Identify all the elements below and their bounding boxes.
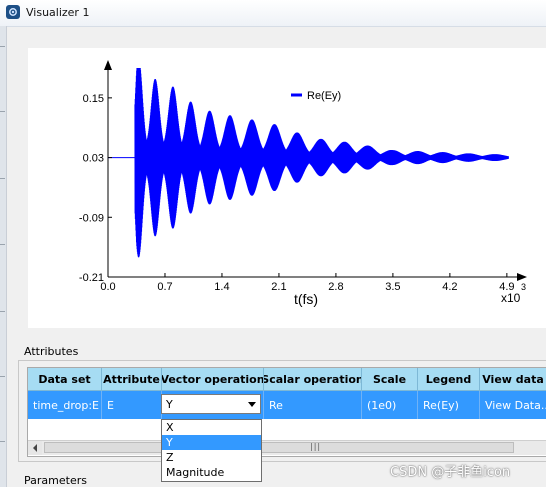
x-tick-label: 1.4 <box>214 281 229 293</box>
column-header-scalar-operation[interactable]: Scalar operation <box>264 368 362 391</box>
time-signal-chart: 0.0 0.7 1.4 2.1 2.8 3.5 4.2 4.90.150.03-0.09-0.… <box>79 60 527 307</box>
x-tick-label: 3.5 <box>385 281 400 293</box>
plot-panel[interactable]: 0.0 0.7 1.4 2.1 2.8 3.5 4.2 4.9 0.15 0.03 -0.09 -0.… <box>28 48 546 328</box>
y-tick-label: 0.03 <box>83 153 104 165</box>
cell-data-set[interactable]: time_drop:E <box>28 391 102 419</box>
column-header-attribute[interactable]: Attribute <box>102 368 162 391</box>
vector-operation-dropdown[interactable]: X Y Z Magnitude <box>161 419 262 482</box>
column-header-legend[interactable]: Legend <box>418 368 480 391</box>
cell-scalar-operation[interactable]: Re <box>264 391 362 419</box>
cell-attribute[interactable]: E <box>102 391 162 419</box>
dropdown-option-y[interactable]: Y <box>162 435 261 450</box>
scroll-left-arrow-icon <box>33 444 37 452</box>
table-horizontal-scrollbar[interactable]: ||| <box>28 440 546 455</box>
left-dock-strip <box>0 26 7 487</box>
window-title: Visualizer 1 <box>26 6 90 19</box>
legend-label: Re(Ey) <box>307 90 341 102</box>
scroll-grip-icon: ||| <box>310 442 322 451</box>
x-axis-label: t(fs) <box>294 291 318 307</box>
x-tick-label: 0.7 <box>157 281 172 293</box>
dropdown-option-z[interactable]: Z <box>162 450 261 465</box>
window-titlebar[interactable]: Visualizer 1 <box>0 0 546 27</box>
y-axis-arrow-icon <box>104 60 112 70</box>
column-header-vector-operation[interactable]: Vector operation <box>162 368 264 391</box>
dropdown-option-x[interactable]: X <box>162 420 261 435</box>
column-header-view-data[interactable]: View data <box>480 368 546 391</box>
y-tick-label: -0.09 <box>79 212 104 224</box>
column-header-scale[interactable]: Scale <box>362 368 418 391</box>
visualizer-app-icon <box>6 5 20 19</box>
attributes-group-label: Attributes <box>24 345 79 358</box>
chevron-down-icon[interactable] <box>248 402 256 407</box>
parameters-group-label: Parameters <box>24 474 87 487</box>
scroll-left-button[interactable] <box>28 441 42 455</box>
vector-operation-combobox[interactable]: Y <box>161 394 261 414</box>
x-tick-label: 2.1 <box>271 281 286 293</box>
x-axis-multiplier-exponent: 3 <box>521 282 526 292</box>
cell-scale[interactable]: (1e0) <box>362 391 418 419</box>
cell-view-data[interactable]: View Data... <box>480 391 546 419</box>
vector-operation-value: Y <box>166 398 173 411</box>
x-tick-label: 2.8 <box>328 281 343 293</box>
x-tick-label: 4.2 <box>442 281 457 293</box>
column-header-data-set[interactable]: Data set <box>28 368 102 391</box>
dropdown-option-magnitude[interactable]: Magnitude <box>162 465 261 480</box>
x-axis-arrow-icon <box>517 273 527 281</box>
x-axis-multiplier: x10 <box>501 291 521 305</box>
y-tick-label: -0.21 <box>79 272 104 284</box>
y-tick-label: 0.15 <box>83 93 104 105</box>
scroll-thumb[interactable] <box>44 442 514 453</box>
cell-legend[interactable]: Re(Ey) <box>418 391 480 419</box>
watermark: CSDN @子非鱼icon <box>390 465 511 480</box>
